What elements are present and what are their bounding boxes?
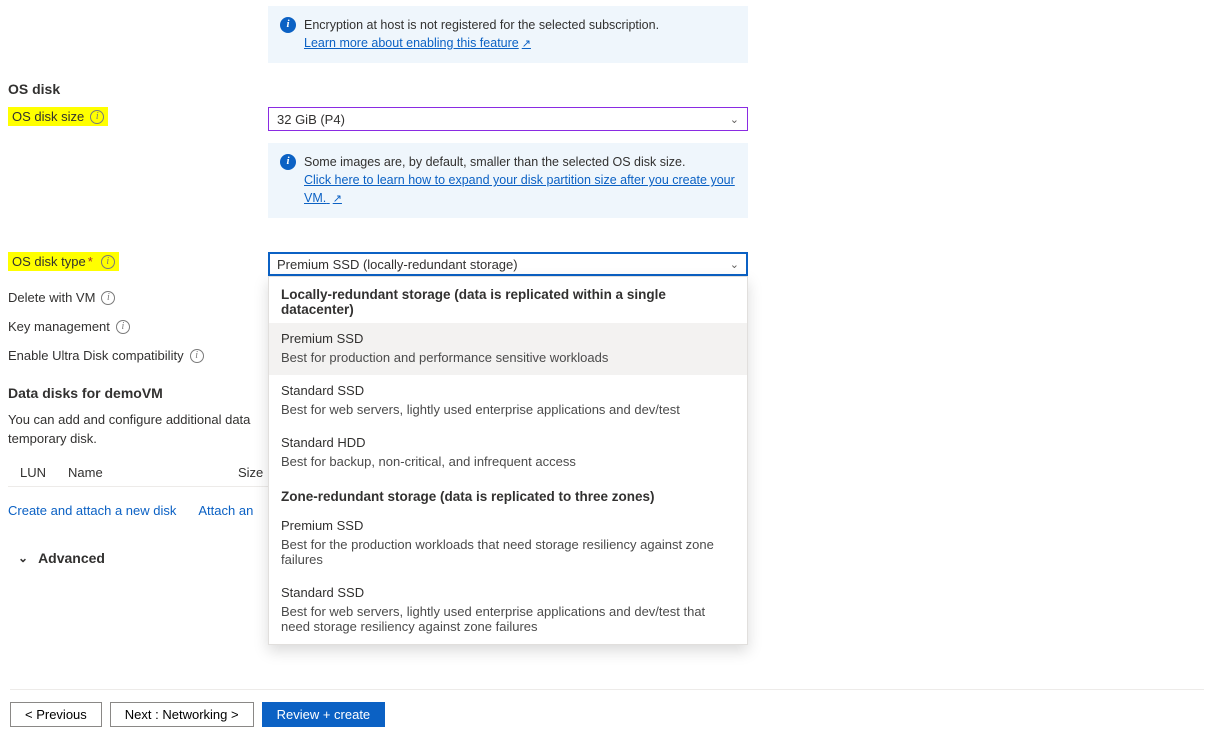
info-icon: i bbox=[280, 154, 296, 170]
wizard-footer: < Previous Next : Networking > Review + … bbox=[10, 689, 1204, 727]
key-management-label: Key management i bbox=[8, 315, 268, 334]
info-icon[interactable]: i bbox=[101, 291, 115, 305]
dropdown-option-premium-ssd-zrs[interactable]: Premium SSD Best for the production work… bbox=[269, 510, 747, 577]
dropdown-option-premium-ssd-lrs[interactable]: Premium SSD Best for production and perf… bbox=[269, 323, 747, 375]
chevron-down-icon: ⌄ bbox=[730, 258, 739, 271]
ultra-disk-label: Enable Ultra Disk compatibility i bbox=[8, 344, 268, 363]
info-icon: i bbox=[280, 17, 296, 33]
expand-disk-link[interactable]: Click here to learn how to expand your d… bbox=[304, 173, 735, 205]
dropdown-group-zrs: Zone-redundant storage (data is replicat… bbox=[269, 479, 747, 510]
os-disk-size-value: 32 GiB (P4) bbox=[277, 112, 345, 127]
delete-with-vm-label: Delete with VM i bbox=[8, 286, 268, 305]
dropdown-option-standard-ssd-zrs[interactable]: Standard SSD Best for web servers, light… bbox=[269, 577, 747, 644]
os-disk-type-value: Premium SSD (locally-redundant storage) bbox=[277, 257, 518, 272]
os-disk-size-select[interactable]: 32 GiB (P4) ⌄ bbox=[268, 107, 748, 131]
create-attach-disk-link[interactable]: Create and attach a new disk bbox=[8, 503, 176, 518]
info-icon[interactable]: i bbox=[190, 349, 204, 363]
external-link-icon: ↗ bbox=[333, 193, 342, 205]
encryption-notice: i Encryption at host is not registered f… bbox=[268, 6, 748, 63]
col-name: Name bbox=[64, 459, 234, 487]
dropdown-option-standard-ssd-lrs[interactable]: Standard SSD Best for web servers, light… bbox=[269, 375, 747, 427]
previous-button[interactable]: < Previous bbox=[10, 702, 102, 727]
encryption-notice-text: Encryption at host is not registered for… bbox=[304, 18, 659, 32]
info-icon[interactable]: i bbox=[116, 320, 130, 334]
attach-existing-disk-link[interactable]: Attach an bbox=[198, 503, 253, 518]
os-disk-size-label: OS disk size i bbox=[8, 107, 108, 126]
encryption-learn-more-link[interactable]: Learn more about enabling this feature↗ bbox=[304, 36, 531, 50]
os-disk-section-title: OS disk bbox=[8, 81, 1214, 97]
info-icon[interactable]: i bbox=[101, 255, 115, 269]
os-disk-type-select[interactable]: Premium SSD (locally-redundant storage) … bbox=[268, 252, 748, 276]
dropdown-group-lrs: Locally-redundant storage (data is repli… bbox=[269, 277, 747, 323]
dropdown-option-standard-hdd-lrs[interactable]: Standard HDD Best for backup, non-critic… bbox=[269, 427, 747, 479]
image-size-notice-text: Some images are, by default, smaller tha… bbox=[304, 155, 685, 169]
required-marker: * bbox=[88, 254, 93, 269]
os-disk-type-dropdown[interactable]: Locally-redundant storage (data is repli… bbox=[268, 276, 748, 645]
col-lun: LUN bbox=[8, 459, 64, 487]
info-icon[interactable]: i bbox=[90, 110, 104, 124]
next-button[interactable]: Next : Networking > bbox=[110, 702, 254, 727]
advanced-section-toggle[interactable]: ⌄ Advanced bbox=[8, 542, 248, 574]
chevron-down-icon: ⌄ bbox=[730, 113, 739, 126]
os-disk-type-label: OS disk type * i bbox=[8, 252, 119, 271]
image-size-notice: i Some images are, by default, smaller t… bbox=[268, 143, 748, 218]
chevron-down-icon: ⌄ bbox=[18, 551, 28, 565]
external-link-icon: ↗ bbox=[522, 38, 531, 50]
review-create-button[interactable]: Review + create bbox=[262, 702, 386, 727]
